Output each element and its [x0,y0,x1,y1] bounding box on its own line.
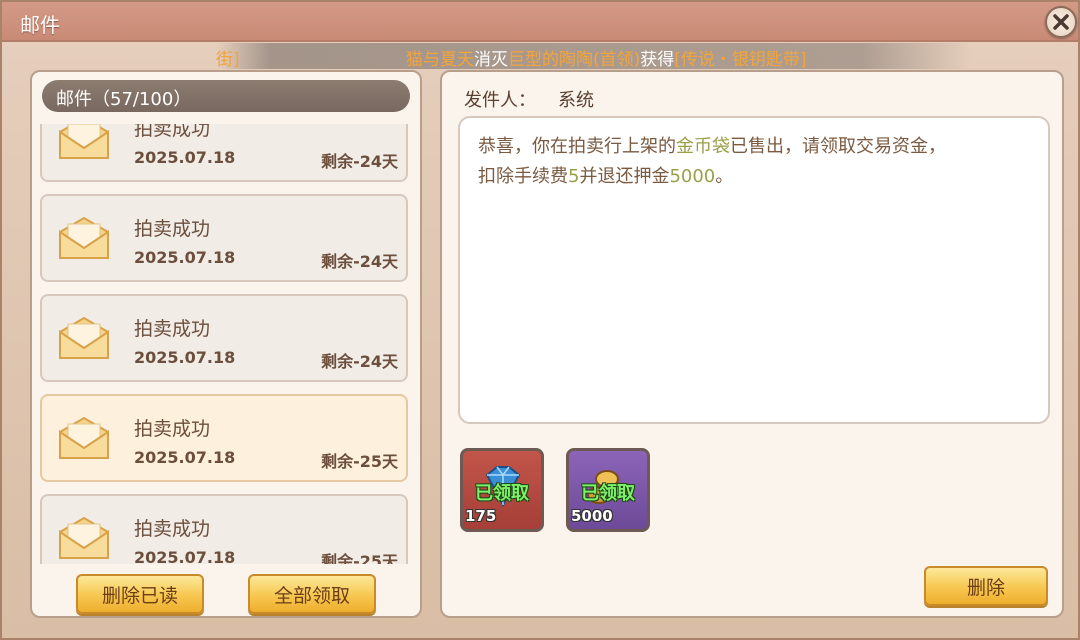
list-item[interactable]: 拍卖成功 2025.07.18 剩余-25天 [40,494,408,564]
mail-list-panel: 邮件（57/100） 拍卖成功 2025.07.18 剩余-24天 拍卖成功 2… [30,70,422,618]
mail-list[interactable]: 拍卖成功 2025.07.18 剩余-24天 拍卖成功 2025.07.18 剩… [40,124,412,564]
reward-slot-diamond[interactable]: 已领取 175 [460,448,544,532]
mail-detail-panel: 发件人： 系统 恭喜，你在拍卖行上架的金币袋已售出，请领取交易资金， 扣除手续费5… [440,70,1064,618]
reward-claimed-label: 已领取 [475,483,529,504]
mail-date: 2025.07.18 [134,548,236,564]
mail-date: 2025.07.18 [134,148,236,167]
ticker-boss-name: 巨型的陶陶(首领) [508,50,641,69]
mail-title: 拍卖成功 [134,318,211,340]
ticker-item-name: [传说・银钥匙带] [674,50,807,69]
body-text-3: 扣除手续费 [478,166,568,187]
envelope-icon [59,124,109,159]
envelope-icon [59,516,109,559]
sender-name: 系统 [558,90,594,111]
mail-remaining: 剩余-24天 [321,152,398,171]
list-item-selected[interactable]: 拍卖成功 2025.07.18 剩余-25天 [40,394,408,482]
mail-date: 2025.07.18 [134,248,236,267]
mail-title: 拍卖成功 [134,218,211,240]
ticker-player-name: 猫与夏天 [406,50,474,69]
body-deposit: 5000 [669,166,716,187]
list-item[interactable]: 拍卖成功 2025.07.18 剩余-24天 [40,124,408,182]
delete-button[interactable]: 删除 [924,566,1048,606]
mail-remaining: 剩余-24天 [321,352,398,371]
mail-remaining: 剩余-25天 [321,452,398,471]
envelope-icon [59,316,109,359]
mail-title: 拍卖成功 [134,124,211,140]
mail-remaining: 剩余-25天 [321,552,398,564]
close-icon [1053,14,1069,30]
envelope-icon [59,216,109,259]
ticker-verb: 消灭 [474,50,508,69]
mail-title: 拍卖成功 [134,518,211,540]
mail-remaining: 剩余-24天 [321,252,398,271]
title-bar: 邮件 [2,2,1078,42]
body-text-5: 。 [715,166,734,187]
envelope-icon [59,416,109,459]
reward-claimed-label: 已领取 [581,483,635,504]
mail-date: 2025.07.18 [134,348,236,367]
mail-body: 恭喜，你在拍卖行上架的金币袋已售出，请领取交易资金， 扣除手续费5并退还押金50… [458,116,1050,424]
body-text-1: 恭喜，你在拍卖行上架的 [478,136,676,157]
body-text-2: 已售出，请领取交易资金， [730,136,946,157]
mail-window: 邮件 街] 猫与夏天消灭巨型的陶陶(首领)获得[传说・银钥匙带] 邮件（57/1… [0,0,1080,640]
sender-label: 发件人： [464,90,536,111]
broadcast-ticker: 街] 猫与夏天消灭巨型的陶陶(首领)获得[传说・银钥匙带] [2,43,1078,69]
mail-date: 2025.07.18 [134,448,236,467]
body-item-name: 金币袋 [676,136,730,157]
claim-all-button[interactable]: 全部领取 [248,574,376,614]
ticker-verb-2: 获得 [640,50,675,69]
sender-row: 发件人： 系统 [464,86,594,112]
delete-read-button[interactable]: 删除已读 [76,574,204,614]
reward-count: 5000 [571,507,613,525]
body-text-4: 并退还押金 [579,166,670,187]
reward-slot-gold[interactable]: 已领取 5000 [566,448,650,532]
ticker-edge-text: 街] [216,50,240,69]
reward-count: 175 [465,507,497,525]
body-fee: 5 [568,166,580,187]
window-title: 邮件 [20,13,60,37]
close-button[interactable] [1045,6,1077,38]
ticker-message: 猫与夏天消灭巨型的陶陶(首领)获得[传说・银钥匙带] [406,45,807,69]
list-item[interactable]: 拍卖成功 2025.07.18 剩余-24天 [40,194,408,282]
mail-title: 拍卖成功 [134,418,211,440]
mail-count-header: 邮件（57/100） [42,80,410,112]
list-item[interactable]: 拍卖成功 2025.07.18 剩余-24天 [40,294,408,382]
